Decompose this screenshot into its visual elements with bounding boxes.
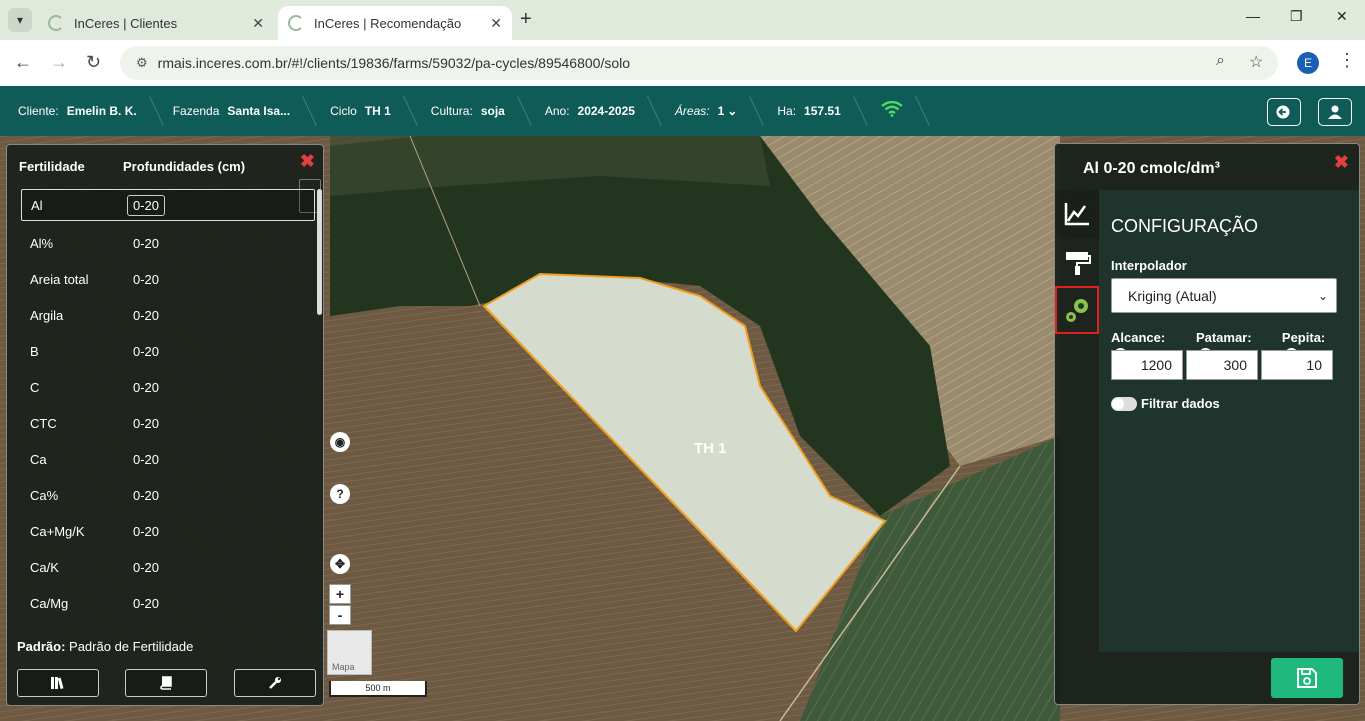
zoom-icon[interactable]: ⌕ — [1216, 52, 1225, 70]
panel-tabs — [1055, 190, 1099, 334]
fertility-header: Fertilidade — [19, 159, 85, 174]
interpolator-label: Interpolador — [1111, 258, 1187, 273]
line-chart-icon — [1064, 203, 1089, 226]
depth-header: Profundidades (cm) — [123, 159, 246, 174]
forward-icon[interactable]: → — [50, 52, 68, 73]
section-title: CONFIGURAÇÃO — [1111, 216, 1259, 236]
wifi-icon — [881, 100, 903, 122]
connection-status — [859, 86, 921, 136]
back-icon[interactable]: ← — [14, 52, 32, 73]
zoom-in-button[interactable]: + — [329, 584, 351, 604]
zoom-out-button[interactable]: - — [329, 605, 351, 625]
tab-settings[interactable] — [1055, 286, 1099, 334]
list-item[interactable]: Areia total 0-20 — [21, 261, 315, 297]
list-item[interactable]: CTC 0-20 — [21, 405, 315, 441]
breadcrumb-fazenda[interactable]: Fazenda Santa Isa... — [155, 86, 308, 136]
browser-tab-clientes[interactable]: InCeres | Clientes ✕ — [38, 6, 274, 40]
back-arrow-button[interactable] — [1267, 98, 1301, 126]
breadcrumb-ciclo[interactable]: Ciclo TH 1 — [308, 86, 409, 136]
list-item[interactable]: Al% 0-20 — [21, 225, 315, 261]
fertility-list: Al 0-20 Al% 0-20 Areia total 0-20 Argila 0-2… — [21, 189, 315, 621]
tab-chart[interactable] — [1055, 190, 1099, 238]
configuration-body: CONFIGURAÇÃO Interpolador Kriging (Atual… — [1099, 190, 1359, 652]
maximize-icon[interactable]: ❐ — [1290, 8, 1303, 25]
address-bar[interactable]: ⚙ rmais.inceres.com.br/#!/clients/19836/… — [120, 46, 1278, 80]
gears-icon — [1066, 299, 1088, 322]
browser-menu-icon[interactable]: ⋮ — [1338, 50, 1356, 71]
paint-roller-icon — [1066, 252, 1091, 275]
library-button[interactable] — [17, 669, 99, 697]
close-tab-icon[interactable]: ✕ — [490, 15, 502, 32]
app-header: Cliente: Emelin B. K. Fazenda Santa Isa.… — [0, 86, 1365, 136]
bookmark-star-icon[interactable]: ☆ — [1249, 52, 1263, 72]
user-profile-button[interactable] — [1318, 98, 1352, 126]
profile-avatar[interactable]: E — [1297, 52, 1319, 74]
list-item[interactable]: Ca/Mg 0-20 — [21, 585, 315, 621]
list-item[interactable]: Ca/K 0-20 — [21, 549, 315, 585]
map-type-toggle[interactable]: Mapa — [327, 630, 372, 675]
save-icon — [1297, 668, 1317, 688]
variogram-inputs: 1200 300 10 — [1111, 350, 1336, 380]
pan-move-icon[interactable]: ✥ — [330, 554, 350, 574]
breadcrumb-cliente[interactable]: Cliente: Emelin B. K. — [0, 86, 155, 136]
visibility-icon[interactable]: ◉ — [330, 432, 350, 452]
chevron-down-icon: ⌄ — [1317, 288, 1328, 303]
loading-favicon-icon — [48, 15, 64, 31]
breadcrumb-cultura[interactable]: Cultura: soja — [409, 86, 523, 136]
reload-icon[interactable]: ↻ — [86, 52, 101, 73]
chevron-down-icon: ⌄ — [727, 104, 738, 118]
wrench-button[interactable] — [234, 669, 316, 697]
list-item[interactable]: C 0-20 — [21, 369, 315, 405]
pepita-input[interactable]: 10 — [1261, 350, 1333, 380]
alcance-input[interactable]: 1200 — [1111, 350, 1183, 380]
help-icon[interactable]: ? — [330, 484, 350, 504]
tab-title: InCeres | Recomendação — [314, 15, 462, 31]
interpolator-select[interactable]: Kriging (Atual) ⌄ — [1111, 278, 1337, 313]
list-item[interactable]: B 0-20 — [21, 333, 315, 369]
loading-favicon-icon — [288, 15, 304, 31]
list-item[interactable]: Ca+Mg/K 0-20 — [21, 513, 315, 549]
close-icon[interactable]: ✖ — [300, 151, 315, 172]
breadcrumb-areas[interactable]: Áreas: 1 ⌄ — [653, 86, 755, 136]
scrollbar[interactable] — [317, 189, 322, 315]
site-info-icon[interactable]: ⚙ — [136, 55, 148, 71]
list-item[interactable]: Argila 0-20 — [21, 297, 315, 333]
book-button[interactable] — [125, 669, 207, 697]
filter-toggle[interactable]: Filtrar dados — [1111, 396, 1220, 411]
close-window-icon[interactable]: ✕ — [1336, 8, 1348, 25]
book-icon — [160, 676, 172, 690]
library-icon — [51, 677, 64, 690]
close-tab-icon[interactable]: ✕ — [252, 15, 264, 32]
browser-tabbar: ▾ InCeres | Clientes ✕ InCeres | Recomen… — [0, 0, 1365, 40]
breadcrumb-ha: Ha: 157.51 — [755, 86, 858, 136]
close-icon[interactable]: ✖ — [1334, 152, 1349, 173]
patamar-input[interactable]: 300 — [1186, 350, 1258, 380]
new-tab-button[interactable]: + — [520, 8, 532, 31]
field-label: TH 1 — [694, 440, 727, 457]
browser-tab-recomendacao[interactable]: InCeres | Recomendação ✕ — [278, 6, 512, 40]
tab-title: InCeres | Clientes — [74, 15, 178, 31]
fertility-panel: Fertilidade Profundidades (cm) ✖ Al 0-20 … — [6, 144, 324, 706]
list-item[interactable]: Ca% 0-20 — [21, 477, 315, 513]
configuration-panel: Al 0-20 cmolc/dm³ ✖ CONFIGURAÇÃO Interpo… — [1054, 143, 1360, 705]
tab-search-button[interactable]: ▾ — [8, 8, 32, 32]
url-text: rmais.inceres.com.br/#!/clients/19836/fa… — [157, 55, 631, 71]
minimize-icon[interactable]: — — [1246, 8, 1260, 24]
wrench-icon — [269, 677, 281, 689]
breadcrumb-ano[interactable]: Ano: 2024-2025 — [523, 86, 653, 136]
browser-toolbar: ← → ↻ ⚙ rmais.inceres.com.br/#!/clients/… — [0, 40, 1365, 86]
padrao-label: Padrão: Padrão de Fertilidade — [17, 639, 194, 654]
tab-paint[interactable] — [1055, 238, 1099, 286]
map-scale: 500 m — [329, 681, 427, 697]
panel-title: Al 0-20 cmolc/dm³ — [1083, 160, 1220, 177]
toggle-switch[interactable] — [1111, 396, 1137, 411]
list-item[interactable]: Al 0-20 — [21, 189, 315, 221]
save-button[interactable] — [1271, 658, 1343, 698]
list-item[interactable]: Ca 0-20 — [21, 441, 315, 477]
